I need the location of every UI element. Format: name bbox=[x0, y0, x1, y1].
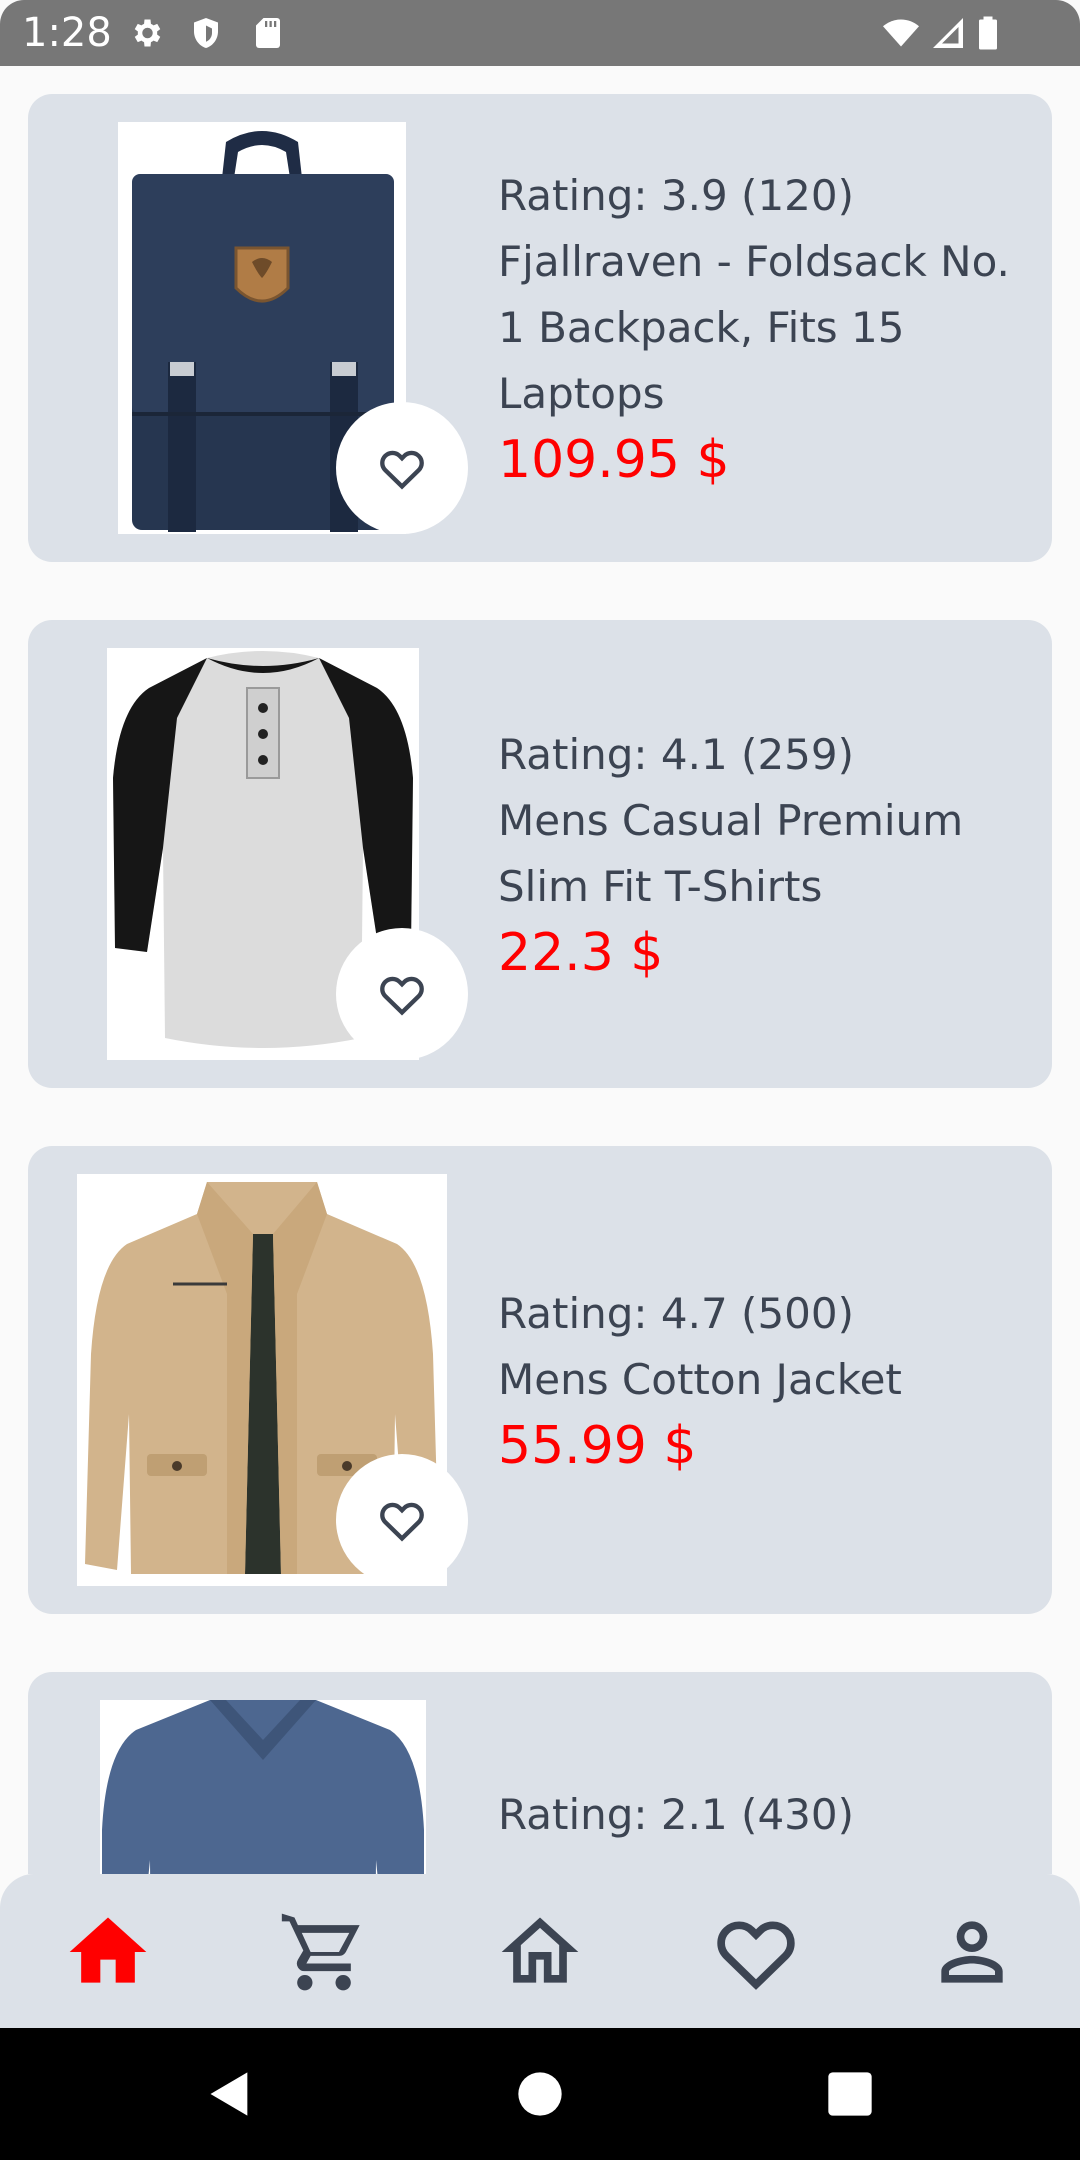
product-card[interactable]: Rating: 4.7 (500) Mens Cotton Jacket 55.… bbox=[28, 1146, 1052, 1614]
product-title-line: Laptops bbox=[498, 369, 665, 418]
heart-outline-icon bbox=[376, 442, 428, 494]
product-card[interactable]: Rating: 4.1 (259) Mens Casual Premium Sl… bbox=[28, 620, 1052, 1088]
product-title: Mens Casual Premium Slim Fit T-Shirts bbox=[498, 788, 1038, 920]
store-icon bbox=[494, 1906, 586, 1998]
wifi-icon bbox=[880, 15, 922, 51]
nav-profile-button[interactable] bbox=[924, 1904, 1020, 2000]
heart-outline-icon bbox=[376, 968, 428, 1020]
product-list[interactable]: Rating: 3.9 (120) Fjallraven - Foldsack … bbox=[0, 66, 1080, 1874]
product-card[interactable]: Rating: 2.1 (430) bbox=[28, 1672, 1052, 1874]
product-info: Rating: 4.7 (500) Mens Cotton Jacket 55.… bbox=[498, 1146, 1038, 1614]
product-info: Rating: 4.1 (259) Mens Casual Premium Sl… bbox=[498, 620, 1038, 1088]
favorite-button[interactable] bbox=[336, 1454, 468, 1586]
product-title-line: Mens Casual Premium bbox=[498, 796, 964, 845]
home-icon bbox=[62, 1906, 154, 1998]
product-price: 55.99 $ bbox=[498, 1416, 697, 1476]
product-rating: Rating: 4.1 (259) bbox=[498, 730, 854, 779]
product-title-line: Fjallraven - Foldsack No. bbox=[498, 237, 1010, 286]
product-title-line: Mens Cotton Jacket bbox=[498, 1355, 902, 1404]
back-button[interactable] bbox=[204, 2068, 256, 2120]
home-nav-button[interactable] bbox=[514, 2068, 566, 2120]
product-price: 22.3 $ bbox=[498, 923, 664, 983]
product-info: Rating: 2.1 (430) bbox=[498, 1782, 1038, 1848]
product-image-sweater bbox=[100, 1700, 426, 1874]
bottom-navigation bbox=[0, 1874, 1080, 2028]
product-info: Rating: 3.9 (120) Fjallraven - Foldsack … bbox=[498, 94, 1038, 562]
product-title-line: Slim Fit T-Shirts bbox=[498, 862, 823, 911]
product-rating: Rating: 3.9 (120) bbox=[498, 171, 854, 220]
nav-cart-button[interactable] bbox=[276, 1904, 372, 2000]
recents-square-icon bbox=[824, 2068, 876, 2120]
favorites-icon bbox=[710, 1906, 802, 1998]
cart-icon bbox=[278, 1906, 370, 1998]
sd-card-icon bbox=[250, 15, 286, 51]
signal-icon bbox=[928, 15, 968, 51]
product-card[interactable]: Rating: 3.9 (120) Fjallraven - Foldsack … bbox=[28, 94, 1052, 562]
status-time: 1:28 bbox=[22, 10, 112, 56]
system-navigation-bar bbox=[0, 2028, 1080, 2160]
heart-outline-icon bbox=[376, 1494, 428, 1546]
gear-icon bbox=[128, 15, 164, 51]
status-bar: 1:28 bbox=[0, 0, 1080, 66]
home-circle-icon bbox=[514, 2068, 566, 2120]
favorite-button[interactable] bbox=[336, 402, 468, 534]
product-rating: Rating: 2.1 (430) bbox=[498, 1790, 854, 1839]
product-title-line: 1 Backpack, Fits 15 bbox=[498, 303, 905, 352]
battery-icon bbox=[974, 15, 1002, 51]
product-price: 109.95 $ bbox=[498, 430, 730, 490]
product-title: Mens Cotton Jacket bbox=[498, 1347, 1038, 1413]
nav-home-button[interactable] bbox=[60, 1904, 156, 2000]
favorite-button[interactable] bbox=[336, 928, 468, 1060]
shield-icon bbox=[188, 15, 224, 51]
back-triangle-icon bbox=[204, 2068, 256, 2120]
nav-store-button[interactable] bbox=[492, 1904, 588, 2000]
nav-favorites-button[interactable] bbox=[708, 1904, 804, 2000]
product-title: Fjallraven - Foldsack No. 1 Backpack, Fi… bbox=[498, 229, 1038, 427]
product-rating: Rating: 4.7 (500) bbox=[498, 1289, 854, 1338]
recents-button[interactable] bbox=[824, 2068, 876, 2120]
profile-icon bbox=[926, 1906, 1018, 1998]
